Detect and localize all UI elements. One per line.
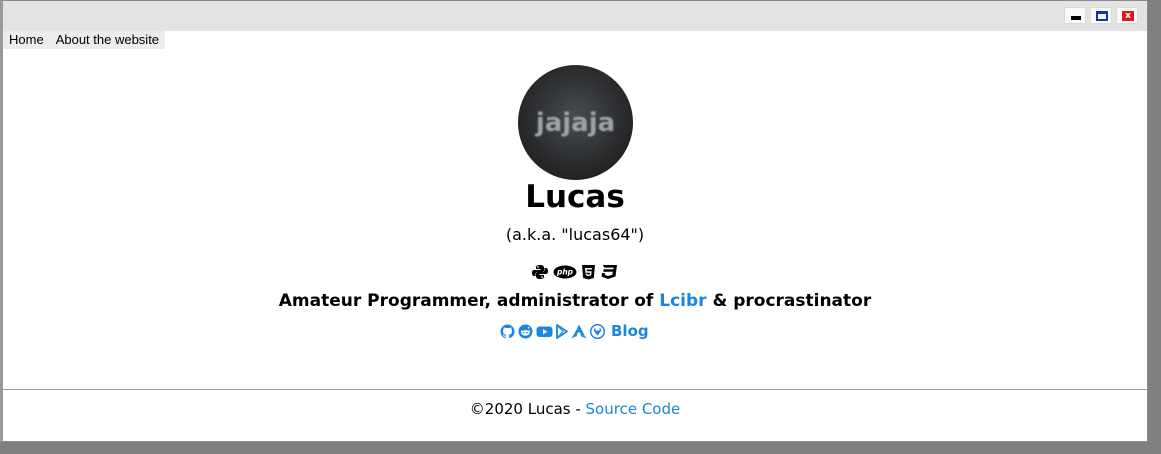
- browser-window: x Home About the website jajaja Lucas (a…: [0, 0, 1148, 442]
- tagline-suffix: & procrastinator: [706, 291, 872, 311]
- php-icon: php: [553, 264, 577, 280]
- maximize-icon: [1096, 11, 1108, 21]
- avatar-text: jajaja: [535, 108, 616, 138]
- html5-icon: [581, 264, 596, 280]
- title-bar: x: [3, 1, 1147, 31]
- minimize-button[interactable]: [1064, 7, 1086, 24]
- footer-divider: [3, 389, 1147, 390]
- language-icons: php: [531, 264, 618, 280]
- css3-icon: [600, 264, 618, 280]
- copyright-text: ©2020 Lucas -: [469, 400, 586, 418]
- minimize-icon: [1071, 16, 1081, 20]
- play-store-icon[interactable]: [556, 323, 568, 339]
- maximize-button[interactable]: [1090, 7, 1112, 24]
- youtube-icon[interactable]: [536, 324, 553, 339]
- php-icon-text: php: [556, 268, 574, 277]
- avatar: jajaja: [518, 65, 633, 180]
- arch-linux-icon[interactable]: [571, 324, 587, 339]
- menu-item-about[interactable]: About the website: [50, 31, 165, 49]
- profile-name: Lucas: [525, 179, 625, 215]
- python-icon: [531, 264, 549, 280]
- profile-alias: (a.k.a. "lucas64"): [505, 225, 645, 244]
- footer: ©2020 Lucas - Source Code: [3, 400, 1147, 418]
- github-icon[interactable]: [500, 323, 515, 339]
- window-controls: x: [1064, 7, 1138, 24]
- close-button[interactable]: x: [1116, 7, 1138, 24]
- reddit-icon[interactable]: [518, 323, 533, 339]
- lcibr-link[interactable]: Lcibr: [659, 291, 706, 311]
- close-icon: x: [1122, 11, 1134, 21]
- source-code-link[interactable]: Source Code: [586, 400, 681, 418]
- social-links: Blog: [500, 322, 649, 340]
- gitlab-icon[interactable]: [589, 323, 606, 339]
- menu-bar: Home About the website: [3, 31, 1147, 49]
- tagline-prefix: Amateur Programmer, administrator of: [278, 291, 660, 311]
- profile-tagline: Amateur Programmer, administrator of Lci…: [3, 291, 1147, 311]
- blog-link[interactable]: Blog: [611, 322, 649, 340]
- nav-menu: Home About the website: [3, 31, 166, 49]
- menu-item-home[interactable]: Home: [3, 31, 50, 49]
